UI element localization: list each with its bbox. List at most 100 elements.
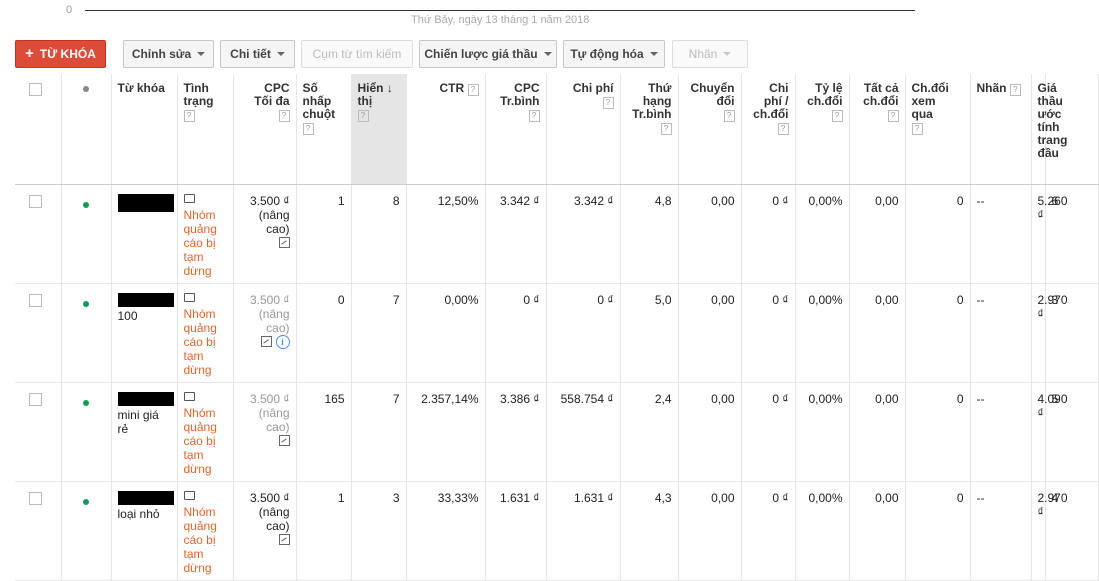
header-clicks[interactable]: Số nhấp chuột? bbox=[296, 74, 352, 185]
keyword-cell[interactable]: loại nhỏ bbox=[111, 481, 178, 581]
chart-zero-label: 0 bbox=[66, 4, 73, 16]
chevron-down-icon bbox=[649, 52, 658, 56]
overflow-cell: 3 bbox=[1045, 283, 1099, 383]
all-conv-cell: 0,00 bbox=[849, 382, 906, 482]
speech-bubble-icon[interactable] bbox=[183, 292, 195, 302]
help-icon[interactable]: ? bbox=[278, 110, 290, 122]
speech-bubble-icon[interactable] bbox=[183, 193, 195, 203]
automate-dropdown[interactable]: Tự động hóa bbox=[563, 40, 665, 68]
help-icon[interactable]: ? bbox=[302, 123, 314, 135]
max-cpc-cell[interactable]: 3.500 ₫ (nâng cao) bbox=[233, 481, 297, 581]
row-checkbox[interactable] bbox=[29, 392, 42, 406]
chevron-down-icon bbox=[723, 52, 732, 56]
help-icon[interactable]: ? bbox=[777, 123, 789, 135]
labels-cell: -- bbox=[970, 481, 1032, 581]
avg-cpc-cell: 0 ₫ bbox=[485, 283, 547, 383]
status-dot-header[interactable] bbox=[61, 74, 112, 185]
help-icon[interactable]: ? bbox=[1009, 84, 1021, 96]
add-keyword-button[interactable]: + TỪ KHÓA bbox=[15, 40, 106, 68]
bid-chart-icon[interactable] bbox=[260, 335, 272, 347]
help-icon[interactable]: ? bbox=[467, 84, 479, 96]
info-icon[interactable]: i bbox=[275, 334, 290, 349]
redacted-keyword-block bbox=[117, 292, 174, 307]
enabled-status-dot-icon[interactable] bbox=[83, 498, 89, 505]
help-icon[interactable]: ? bbox=[911, 123, 923, 135]
header-avg-pos[interactable]: Thứ hạng Tr.bình? bbox=[620, 74, 679, 185]
clicks-cell: 165 bbox=[296, 382, 352, 482]
header-impressions[interactable]: Hiển ↓ thị? bbox=[351, 74, 407, 185]
row-checkbox[interactable] bbox=[29, 491, 42, 505]
bid-strategy-dropdown[interactable]: Chiến lược giá thầu bbox=[419, 40, 557, 68]
max-cpc-cell[interactable]: 3.500 ₫ (nâng cao) i bbox=[233, 283, 297, 383]
header-conversions[interactable]: Chuyển đổi? bbox=[678, 74, 742, 185]
bid-chart-icon[interactable] bbox=[278, 533, 290, 545]
row-checkbox[interactable] bbox=[29, 293, 42, 307]
status-dot-icon bbox=[83, 86, 89, 92]
help-icon[interactable]: ? bbox=[831, 110, 843, 122]
impressions-cell: 8 bbox=[351, 184, 407, 284]
conv-rate-cell: 0,00% bbox=[795, 481, 850, 581]
redacted-keyword-block bbox=[117, 490, 174, 505]
help-icon[interactable]: ? bbox=[528, 110, 540, 122]
keyword-cell[interactable]: 100 bbox=[111, 283, 178, 383]
avg-pos-cell: 4,3 bbox=[620, 481, 679, 581]
help-icon[interactable]: ? bbox=[723, 110, 735, 122]
overflow-cell: 4 bbox=[1045, 481, 1099, 581]
header-ctr[interactable]: CTR ? bbox=[406, 74, 486, 185]
header-view-through[interactable]: Ch.đổi xem qua? bbox=[905, 74, 971, 185]
table-row[interactable]: Nhóm quảng cáo bị tạm dừng 3.500 ₫ (nâng cao) … bbox=[15, 184, 1099, 284]
select-all-checkbox[interactable] bbox=[29, 83, 42, 96]
details-dropdown[interactable]: Chi tiết bbox=[220, 40, 295, 68]
help-icon[interactable]: ? bbox=[183, 110, 195, 122]
status-cell: Nhóm quảng cáo bị tạm dừng bbox=[177, 481, 234, 581]
search-terms-button[interactable]: Cụm từ tìm kiếm bbox=[301, 40, 413, 68]
header-first-page-bid[interactable]: Giá thầu ước tính trang đầu bbox=[1031, 74, 1068, 185]
conv-rate-cell: 0,00% bbox=[795, 382, 850, 482]
header-cost-per-conv[interactable]: Chi phí / ch.đổi? bbox=[741, 74, 796, 185]
enabled-status-dot-icon[interactable] bbox=[83, 201, 89, 208]
select-all-header[interactable] bbox=[15, 74, 62, 185]
redacted-keyword-block bbox=[117, 391, 174, 406]
max-cpc-value: 3.500 ₫ (nâng cao) bbox=[249, 193, 290, 236]
all-conv-cell: 0,00 bbox=[849, 283, 906, 383]
table-row[interactable]: 100 Nhóm quảng cáo bị tạm dừng 3.500 ₫ (nâng c… bbox=[15, 283, 1099, 383]
header-max-cpc[interactable]: CPC Tối đa? bbox=[233, 74, 297, 185]
header-cost[interactable]: Chi phí? bbox=[546, 74, 621, 185]
help-icon[interactable]: ? bbox=[887, 110, 899, 122]
chevron-down-icon bbox=[543, 52, 552, 56]
avg-cpc-cell: 1.631 ₫ bbox=[485, 481, 547, 581]
header-all-conv[interactable]: Tất cả ch.đổi? bbox=[849, 74, 906, 185]
keyword-cell[interactable] bbox=[111, 184, 178, 284]
help-icon[interactable]: ? bbox=[660, 123, 672, 135]
edit-dropdown[interactable]: Chỉnh sửa bbox=[123, 40, 214, 68]
enabled-status-dot-icon[interactable] bbox=[83, 300, 89, 307]
speech-bubble-icon[interactable] bbox=[183, 490, 195, 500]
bid-chart-icon[interactable] bbox=[278, 236, 290, 248]
max-cpc-cell[interactable]: 3.500 ₫ (nâng cao) bbox=[233, 382, 297, 482]
labels-cell: -- bbox=[970, 283, 1032, 383]
keyword-cell[interactable]: mini giá rẻ bbox=[111, 382, 178, 482]
header-status[interactable]: Tình trạng? bbox=[177, 74, 234, 185]
labels-cell: -- bbox=[970, 382, 1032, 482]
help-icon[interactable]: ? bbox=[602, 97, 614, 109]
header-avg-cpc[interactable]: CPC Tr.bình? bbox=[485, 74, 547, 185]
view-through-cell: 0 bbox=[905, 481, 971, 581]
labels-dropdown[interactable]: Nhãn bbox=[672, 40, 748, 68]
bid-chart-icon[interactable] bbox=[278, 434, 290, 446]
ctr-cell: 0,00% bbox=[406, 283, 486, 383]
header-conv-rate[interactable]: Tỷ lệ ch.đổi? bbox=[795, 74, 850, 185]
max-cpc-cell[interactable]: 3.500 ₫ (nâng cao) bbox=[233, 184, 297, 284]
enabled-status-dot-icon[interactable] bbox=[83, 399, 89, 406]
overflow-cell: 5 bbox=[1045, 382, 1099, 482]
first-page-bid-cell: 2.970 ₫ bbox=[1031, 283, 1068, 383]
table-row[interactable]: mini giá rẻ Nhóm quảng cáo bị tạm dừng 3.500… bbox=[15, 382, 1099, 482]
header-keyword[interactable]: Từ khóa bbox=[111, 74, 178, 185]
conv-rate-cell: 0,00% bbox=[795, 283, 850, 383]
help-icon[interactable]: ? bbox=[357, 110, 369, 122]
table-row[interactable]: loại nhỏ Nhóm quảng cáo bị tạm dừng 3.500 ₫(… bbox=[15, 481, 1099, 581]
speech-bubble-icon[interactable] bbox=[183, 391, 195, 401]
first-page-bid-cell: 2.970 ₫ bbox=[1031, 481, 1068, 581]
chart-axis-line bbox=[85, 10, 915, 11]
header-labels[interactable]: Nhãn ? bbox=[970, 74, 1032, 185]
row-checkbox[interactable] bbox=[29, 194, 42, 208]
